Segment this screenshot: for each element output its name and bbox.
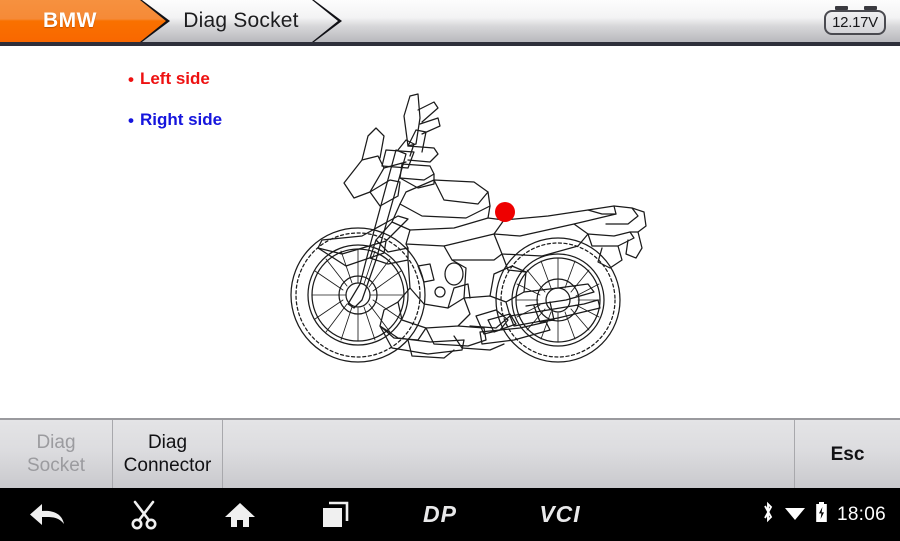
function-button-bar: Diag Socket Diag Connector Esc [0,418,900,488]
motorcycle-illustration [258,88,668,378]
legend-bullet-blue: • [128,110,134,130]
home-icon[interactable] [210,488,270,541]
battery-charging-icon [815,501,828,528]
legend-item-left-side: • Left side [128,66,222,92]
content-area: • Left side • Right side [0,46,900,418]
legend-label-right-side: Right side [139,110,223,129]
motorcycle-line-art [290,93,647,363]
button-bar-filler [223,420,795,488]
button-esc-label: Esc [830,443,865,465]
battery-body: 12.17V [824,10,886,35]
button-diag-connector-label: Diag Connector [123,432,212,476]
button-esc[interactable]: Esc [795,420,900,488]
wifi-icon [784,503,806,526]
legend-label-left-side: Left side [139,69,210,88]
bluetooth-icon [761,501,775,528]
clock-label: 18:06 [836,503,886,525]
scissors-icon[interactable] [114,488,174,541]
button-diag-socket[interactable]: Diag Socket [0,420,113,488]
app-header: BMW Diag Socket 12.17V [0,0,900,46]
side-legend: • Left side • Right side [128,66,222,148]
android-navigation-bar: DP VCI 18:06 [0,488,900,541]
dp-logo-text: DP [423,501,457,527]
diag-socket-marker-left [495,202,515,222]
back-icon[interactable] [18,488,78,541]
button-diag-socket-label: Diag Socket [26,432,86,476]
legend-item-right-side: • Right side [128,107,222,133]
vci-logo-text: VCI [539,501,581,527]
button-diag-connector[interactable]: Diag Connector [113,420,223,488]
battery-voltage-value: 12.17V [832,14,878,31]
breadcrumb-section-label: Diag Socket [183,9,299,32]
legend-bullet-red: • [128,69,134,89]
status-tray: 18:06 [761,488,886,541]
recent-apps-icon[interactable] [305,488,365,541]
breadcrumb-tab-brand[interactable]: BMW [0,0,168,42]
vci-button[interactable]: VCI [520,488,600,541]
dp-logo[interactable]: DP [400,488,480,541]
battery-voltage-indicator: 12.17V [824,6,888,36]
breadcrumb-brand-label: BMW [43,9,97,32]
